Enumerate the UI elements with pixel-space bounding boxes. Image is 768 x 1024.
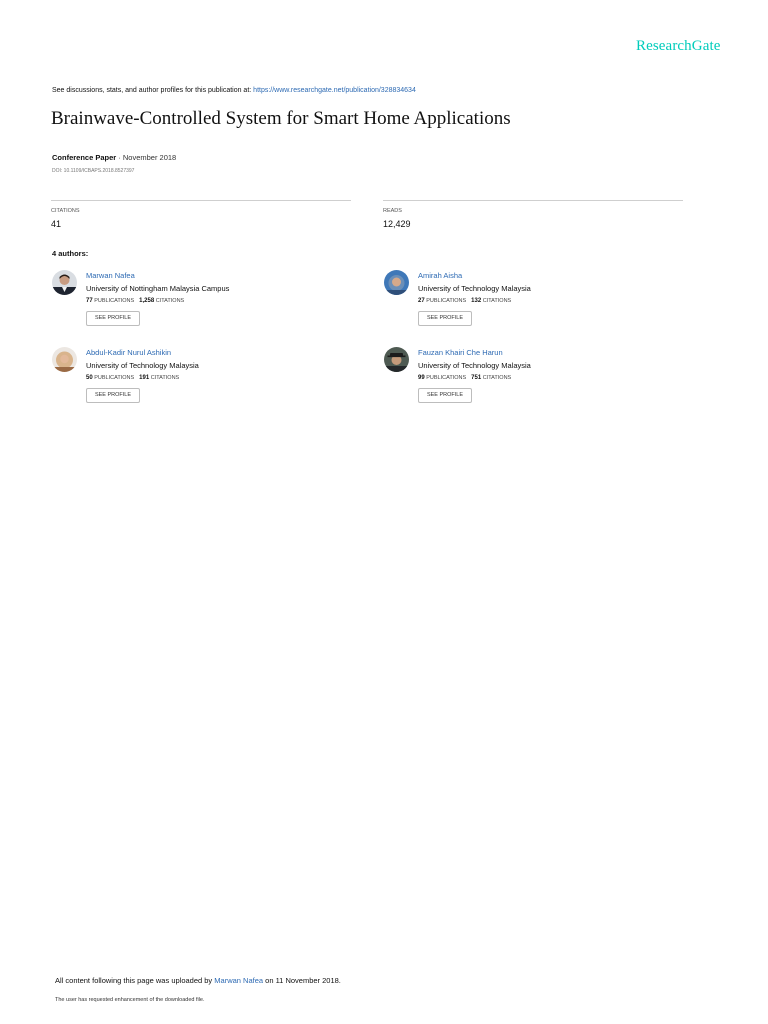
author-name[interactable]: Amirah Aisha	[418, 271, 462, 280]
upload-suffix: on 11 November 2018.	[263, 976, 341, 985]
author-card: Amirah Aisha University of Technology Ma…	[384, 270, 684, 334]
see-profile-button[interactable]: SEE PROFILE	[418, 311, 472, 326]
reads-label: READS	[383, 208, 402, 214]
upload-notice: All content following this page was uplo…	[55, 976, 341, 985]
author-institution: University of Technology Malaysia	[418, 284, 531, 293]
reads-stat: READS 12,429	[383, 200, 683, 229]
reads-value: 12,429	[383, 219, 411, 229]
publications-count: 27	[418, 298, 425, 304]
citations-label: CITATIONS	[51, 208, 80, 214]
citations-count: 132	[471, 298, 482, 304]
upload-prefix: All content following this page was uplo…	[55, 976, 215, 985]
citations-label: CITATIONS	[482, 298, 512, 304]
publications-label: PUBLICATIONS	[426, 298, 467, 304]
publications-count: 99	[418, 375, 425, 381]
author-stats: 77 PUBLICATIONS 1,258 CITATIONS	[86, 298, 184, 304]
publications-count: 50	[86, 375, 93, 381]
paper-type: Conference Paper	[52, 153, 117, 162]
author-stats: 99 PUBLICATIONS 751 CITATIONS	[418, 375, 511, 381]
enhancement-notice: The user has requested enhancement of th…	[55, 997, 205, 1003]
citations-value: 41	[51, 219, 62, 229]
citations-count: 191	[139, 375, 150, 381]
publications-label: PUBLICATIONS	[94, 298, 135, 304]
author-avatar[interactable]	[384, 270, 409, 295]
paper-date: · November 2018	[116, 153, 177, 162]
citations-count: 751	[471, 375, 482, 381]
publication-link[interactable]: https://www.researchgate.net/publication…	[253, 87, 416, 94]
uploader-link[interactable]: Marwan Nafea	[214, 976, 263, 985]
author-institution: University of Nottingham Malaysia Campus	[86, 284, 230, 293]
author-name[interactable]: Fauzan Khairi Che Harun	[418, 348, 503, 357]
author-card: Fauzan Khairi Che Harun University of Te…	[384, 347, 684, 411]
discussion-prefix: See discussions, stats, and author profi…	[52, 87, 254, 94]
citations-count: 1,258	[139, 298, 155, 304]
paper-doi: DOI: 10.1109/ICBAPS.2018.8527397	[52, 168, 135, 174]
citations-label: CITATIONS	[155, 298, 185, 304]
author-name[interactable]: Abdul-Kadir Nurul Ashikin	[86, 348, 171, 357]
citations-label: CITATIONS	[150, 375, 180, 381]
publications-count: 77	[86, 298, 93, 304]
author-card: Abdul-Kadir Nurul Ashikin University of …	[52, 347, 352, 411]
researchgate-logo[interactable]: ResearchGate	[636, 38, 720, 55]
citations-stat: CITATIONS 41	[51, 200, 351, 229]
publications-label: PUBLICATIONS	[94, 375, 135, 381]
publications-label: PUBLICATIONS	[426, 375, 467, 381]
citations-label: CITATIONS	[482, 375, 512, 381]
paper-meta: Conference Paper · November 2018	[52, 153, 176, 162]
author-avatar[interactable]	[52, 347, 77, 372]
see-profile-button[interactable]: SEE PROFILE	[418, 388, 472, 403]
see-profile-button[interactable]: SEE PROFILE	[86, 388, 140, 403]
authors-heading: 4 authors:	[52, 249, 89, 258]
see-profile-button[interactable]: SEE PROFILE	[86, 311, 140, 326]
author-stats: 27 PUBLICATIONS 132 CITATIONS	[418, 298, 511, 304]
author-card: Marwan Nafea University of Nottingham Ma…	[52, 270, 352, 334]
author-institution: University of Technology Malaysia	[86, 361, 199, 370]
author-institution: University of Technology Malaysia	[418, 361, 531, 370]
author-avatar[interactable]	[384, 347, 409, 372]
author-stats: 50 PUBLICATIONS 191 CITATIONS	[86, 375, 179, 381]
author-name[interactable]: Marwan Nafea	[86, 271, 135, 280]
author-avatar[interactable]	[52, 270, 77, 295]
discussion-line: See discussions, stats, and author profi…	[52, 87, 416, 94]
paper-title: Brainwave-Controlled System for Smart Ho…	[51, 108, 511, 129]
